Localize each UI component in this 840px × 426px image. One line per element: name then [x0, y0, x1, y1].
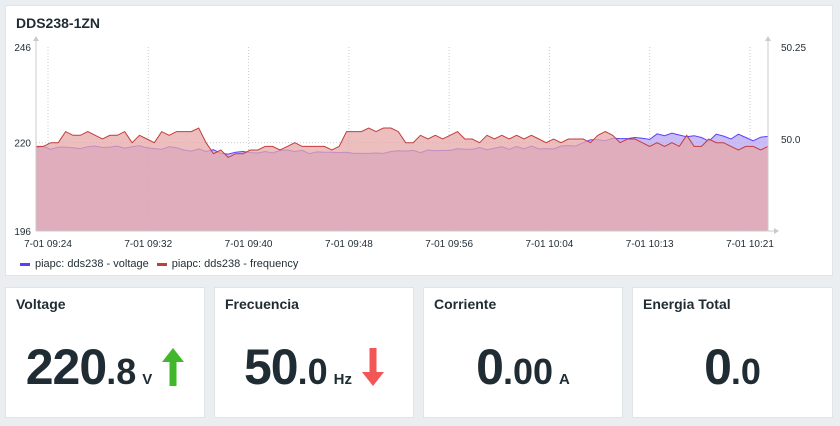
chart-legend: piapc: dds238 - voltage piapc: dds238 - …: [20, 257, 306, 271]
stat-value-energy: 0 .0: [633, 338, 832, 396]
stat-title-energy: Energia Total: [643, 296, 731, 312]
stat-title-current: Corriente: [434, 296, 497, 312]
legend-item-frequency[interactable]: piapc: dds238 - frequency: [156, 258, 299, 270]
x-tick-label: 7-01 10:04: [526, 239, 574, 250]
left-tick-label: 220: [14, 139, 31, 150]
stat-panel-voltage: Voltage 220 .8 V: [5, 287, 205, 418]
x-tick-label: 7-01 10:13: [626, 239, 674, 250]
stat-panel-energy: Energia Total 0 .0: [632, 287, 833, 418]
right-tick-label: 50.0: [781, 135, 801, 146]
stat-dec-current: .00: [502, 351, 553, 392]
stat-unit-frequency: Hz: [333, 371, 352, 388]
x-tick-label: 7-01 09:40: [225, 239, 273, 250]
stat-value-frequency: 50 .0 Hz: [215, 338, 413, 396]
x-tick-label: 7-01 09:32: [124, 239, 172, 250]
legend-label-frequency: piapc: dds238 - frequency: [171, 258, 299, 270]
right-tick-label: 50.25: [781, 43, 806, 54]
stat-int-frequency: 50: [244, 339, 299, 395]
axis-right-arrow-icon: [765, 36, 771, 41]
axis-bottom-arrow-icon: [774, 228, 779, 234]
x-tick-label: 7-01 09:56: [425, 239, 473, 250]
axis-left-arrow-icon: [33, 36, 39, 41]
stat-title-voltage: Voltage: [16, 296, 66, 312]
stat-unit-voltage: V: [142, 371, 153, 388]
stat-dec-voltage: .8: [106, 351, 137, 392]
legend-item-voltage[interactable]: piapc: dds238 - voltage: [20, 258, 149, 270]
stat-unit-current: A: [559, 371, 570, 388]
stat-panel-current: Corriente 0 .00 A: [423, 287, 623, 418]
arrow-down-icon: [362, 348, 384, 386]
legend-swatch-frequency: [156, 262, 167, 266]
x-tick-label: 7-01 09:24: [24, 239, 72, 250]
legend-swatch-voltage: [20, 262, 30, 266]
chart-svg[interactable]: 7-01 09:24 7-01 09:32 7-01 09:40 7-01 09:48…: [6, 6, 832, 275]
stat-panel-frequency: Frecuencia 50 .0 Hz: [214, 287, 414, 418]
stat-int-energy: 0: [704, 339, 732, 395]
stat-dec-energy: .0: [730, 351, 761, 392]
left-tick-label: 196: [14, 227, 31, 238]
stat-title-frequency: Frecuencia: [225, 296, 299, 312]
legend-label-voltage: piapc: dds238 - voltage: [35, 258, 149, 270]
stat-int-voltage: 220: [25, 339, 107, 395]
stat-value-voltage: 220 .8 V: [6, 338, 204, 396]
x-tick-label: 7-01 10:21: [726, 239, 774, 250]
stat-dec-frequency: .0: [297, 351, 328, 392]
arrow-up-icon: [162, 348, 185, 386]
chart-panel: DDS238-1ZN 7-01 09:24 7-01 09:32 7-01 09:4…: [5, 5, 833, 276]
left-tick-label: 246: [14, 43, 31, 54]
x-tick-label: 7-01 09:48: [325, 239, 373, 250]
stat-int-current: 0: [476, 339, 504, 395]
stat-value-current: 0 .00 A: [424, 338, 622, 396]
